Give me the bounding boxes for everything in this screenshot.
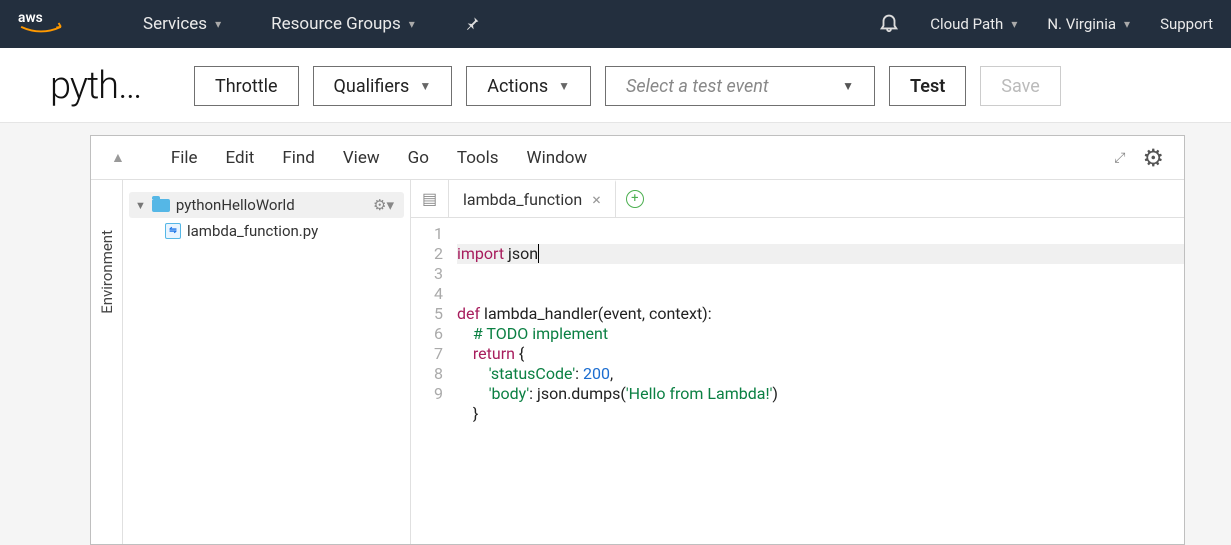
top-nav: aws Services ▾ Resource Groups ▾ Cloud Pat…: [0, 0, 1231, 48]
menu-go[interactable]: Go: [408, 148, 429, 168]
menu-tools[interactable]: Tools: [457, 148, 499, 168]
nav-pin[interactable]: [465, 16, 481, 32]
nav-services-label: Services: [143, 14, 207, 34]
environment-rail[interactable]: Environment: [91, 180, 123, 544]
environment-label: Environment: [98, 230, 116, 314]
code-editor-panel: ▲ File Edit Find View Go Tools Window ⤢ …: [90, 135, 1185, 545]
new-tab-button[interactable]: +: [616, 180, 654, 217]
aws-logo[interactable]: aws: [18, 10, 73, 38]
triangle-down-icon: ▼: [419, 79, 431, 93]
chevron-down-icon: ▾: [215, 17, 221, 31]
tree-file-lambda[interactable]: ⇋ lambda_function.py: [129, 218, 404, 244]
actions-dropdown[interactable]: Actions ▼: [466, 66, 591, 106]
pin-icon: [465, 16, 481, 32]
nav-support-label: Support: [1160, 15, 1213, 33]
svg-text:aws: aws: [18, 10, 43, 26]
code-source[interactable]: import json def lambda_handler(event, co…: [451, 218, 1184, 544]
plus-icon: +: [626, 190, 644, 208]
file-tree: ▼ pythonHelloWorld ⚙▾ ⇋ lambda_function.…: [123, 180, 411, 544]
bell-icon: [878, 11, 900, 33]
tree-folder-root[interactable]: ▼ pythonHelloWorld ⚙▾: [129, 192, 404, 218]
nav-account[interactable]: Cloud Path ▾: [930, 15, 1017, 33]
collapse-up-icon[interactable]: ▲: [111, 149, 125, 166]
throttle-button[interactable]: Throttle: [194, 66, 299, 106]
chevron-down-icon: ▾: [1124, 17, 1130, 31]
triangle-down-icon: ▼: [558, 79, 570, 93]
menu-window[interactable]: Window: [527, 148, 588, 168]
gear-icon[interactable]: ⚙: [1142, 144, 1164, 172]
tab-label: lambda_function: [463, 190, 582, 209]
test-event-placeholder: Select a test event: [626, 76, 769, 97]
save-button[interactable]: Save: [980, 66, 1061, 106]
qualifiers-label: Qualifiers: [334, 76, 410, 97]
function-action-bar: pyth… Throttle Qualifiers ▼ Actions ▼ Sele…: [0, 48, 1231, 123]
nav-account-label: Cloud Path: [930, 15, 1003, 33]
menu-file[interactable]: File: [171, 148, 198, 168]
menu-edit[interactable]: Edit: [226, 148, 255, 168]
throttle-label: Throttle: [215, 76, 278, 97]
nav-support[interactable]: Support: [1160, 15, 1213, 33]
tree-file-label: lambda_function.py: [187, 222, 318, 240]
nav-region[interactable]: N. Virginia ▾: [1047, 15, 1130, 33]
nav-resource-groups[interactable]: Resource Groups ▾: [271, 14, 415, 34]
notifications-button[interactable]: [878, 11, 900, 37]
twisty-down-icon: ▼: [135, 199, 146, 212]
close-icon[interactable]: ×: [592, 190, 601, 209]
function-name-title: pyth…: [50, 64, 180, 108]
test-event-select[interactable]: Select a test event ▼: [605, 66, 875, 106]
editor-tabbar: ▤ lambda_function × +: [411, 180, 1184, 218]
folder-icon: [152, 199, 170, 212]
python-file-icon: ⇋: [165, 223, 181, 239]
gear-icon[interactable]: ⚙▾: [373, 196, 394, 214]
tab-lambda-function[interactable]: lambda_function ×: [449, 180, 616, 217]
nav-resource-groups-label: Resource Groups: [271, 14, 401, 34]
save-label: Save: [1001, 76, 1040, 97]
nav-region-label: N. Virginia: [1047, 15, 1116, 33]
editor-area: ▤ lambda_function × + 123456789 import j…: [411, 180, 1184, 544]
tab-list-button[interactable]: ▤: [411, 180, 449, 217]
test-button[interactable]: Test: [889, 66, 966, 106]
ide-menubar: ▲ File Edit Find View Go Tools Window ⤢ …: [91, 136, 1184, 180]
line-gutter: 123456789: [411, 218, 451, 544]
fullscreen-icon[interactable]: ⤢: [1114, 150, 1124, 166]
actions-label: Actions: [487, 76, 548, 97]
test-label: Test: [910, 76, 945, 97]
tree-folder-label: pythonHelloWorld: [176, 196, 295, 214]
chevron-down-icon: ▾: [1011, 17, 1017, 31]
menu-find[interactable]: Find: [282, 148, 315, 168]
chevron-down-icon: ▾: [409, 17, 415, 31]
menu-view[interactable]: View: [343, 148, 380, 168]
code-view[interactable]: 123456789 import json def lambda_handler…: [411, 218, 1184, 544]
nav-services[interactable]: Services ▾: [143, 14, 221, 34]
triangle-down-icon: ▼: [842, 79, 854, 93]
qualifiers-dropdown[interactable]: Qualifiers ▼: [313, 66, 453, 106]
